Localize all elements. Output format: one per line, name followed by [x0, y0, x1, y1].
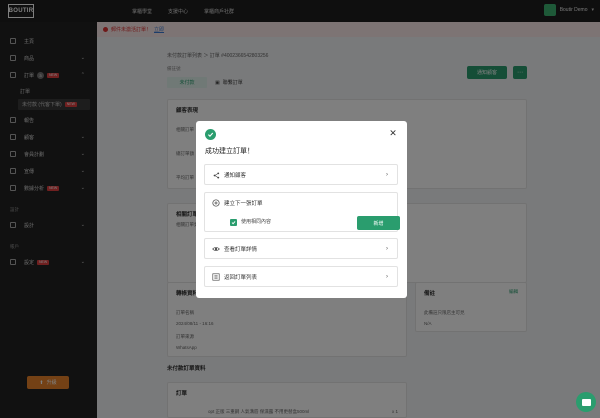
chat-support-button[interactable] — [576, 392, 596, 412]
back-to-order-list-option[interactable]: 返回訂單列表 › — [204, 266, 398, 287]
eye-icon — [212, 245, 220, 253]
chat-icon — [581, 398, 591, 406]
modal-title: 成功建立訂單！ — [205, 148, 254, 155]
chevron-right-icon: › — [386, 246, 388, 252]
notify-customer-option[interactable]: 通知顧客 › — [204, 164, 398, 185]
plus-circle-icon — [212, 199, 220, 207]
share-icon — [212, 171, 220, 179]
new-order-button[interactable]: 新增 — [357, 216, 400, 230]
success-check-icon — [205, 129, 216, 140]
option-label: 建立下一張訂單 — [224, 201, 263, 207]
checkbox-label: 使用相同內容 — [241, 219, 272, 225]
view-order-details-option[interactable]: 查看訂單詳情 › — [204, 238, 398, 259]
option-label: 通知顧客 — [224, 173, 247, 179]
create-next-order-option: 建立下一張訂單 使用相同內容 新增 — [204, 192, 400, 232]
close-icon[interactable]: ✕ — [388, 128, 398, 138]
chevron-right-icon: › — [386, 172, 388, 178]
chevron-right-icon: › — [386, 274, 388, 280]
list-icon — [212, 273, 220, 281]
order-created-modal: ✕ 成功建立訂單！ 通知顧客 › 建立下一張訂單 使用相同內容 新增 查看訂單詳… — [196, 121, 407, 298]
option-label: 查看訂單詳情 — [224, 247, 258, 253]
option-label: 返回訂單列表 — [224, 275, 258, 281]
same-content-checkbox[interactable] — [230, 219, 237, 226]
